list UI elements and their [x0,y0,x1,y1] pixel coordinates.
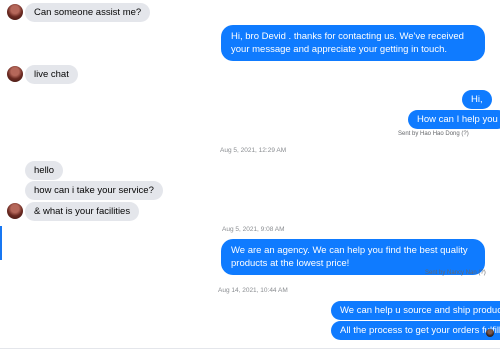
outgoing-message[interactable]: Hi, bro Devid . thanks for contacting us… [221,25,485,61]
sent-by-label: Sent by Hao Hao Dong (?) [398,131,469,137]
incoming-message[interactable]: how can i take your service? [25,181,163,200]
outgoing-message[interactable]: How can I help you [408,110,500,129]
timestamp: Aug 14, 2021, 10:44 AM [218,287,288,294]
outgoing-message[interactable]: Hi, [462,90,492,109]
incoming-message[interactable]: Can someone assist me? [25,3,151,22]
scroll-indicator [0,226,2,260]
message-thread: Can someone assist me? Hi, bro Devid . t… [0,0,500,352]
divider [0,348,500,349]
incoming-message[interactable]: live chat [25,65,78,84]
contact-avatar[interactable] [7,203,23,219]
timestamp: Aug 5, 2021, 9:08 AM [222,226,285,233]
contact-avatar[interactable] [7,66,23,82]
contact-avatar[interactable] [7,4,23,20]
seen-avatar [486,329,494,337]
outgoing-message[interactable]: We can help u source and ship products [331,301,500,320]
sent-by-label: Sent by Nancy Nan (?) [425,270,486,276]
outgoing-message[interactable]: All the process to get your orders fulfi… [331,321,500,340]
timestamp: Aug 5, 2021, 12:29 AM [220,147,287,154]
incoming-message[interactable]: & what is your facilities [25,202,140,221]
incoming-message[interactable]: hello [25,161,64,180]
